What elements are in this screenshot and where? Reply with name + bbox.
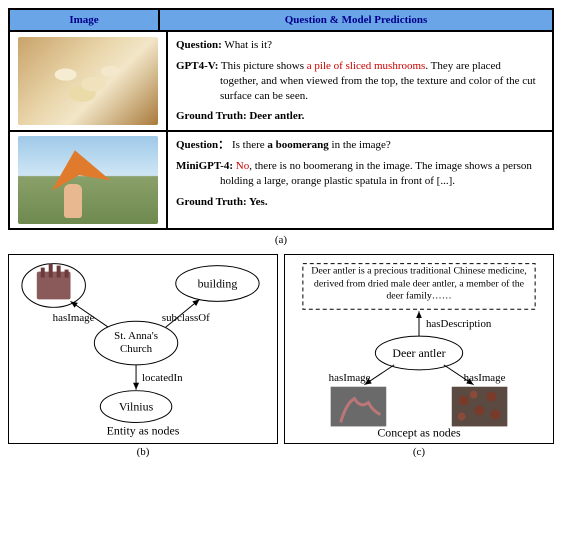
gt-line: Ground Truth: Yes. xyxy=(176,195,544,210)
model-cont: holding a large, orange plastic spatula … xyxy=(176,174,544,189)
header-image: Image xyxy=(9,9,159,31)
gt-text: Yes. xyxy=(247,196,268,208)
table-row: Question： Is there a boomerang in the im… xyxy=(9,131,553,229)
edge-hasdescription: hasDescription xyxy=(426,318,492,330)
model-line: MiniGPT-4: No, there is no boomerang in … xyxy=(176,159,544,189)
question-line: Question： Is there a boomerang in the im… xyxy=(176,138,544,153)
question-pre: Is there xyxy=(229,139,267,151)
model-red: No xyxy=(233,160,249,172)
question-line: Question: What is it? xyxy=(176,38,544,53)
gt-label: Ground Truth: xyxy=(176,110,247,122)
question-bold: a boomerang xyxy=(267,139,328,151)
panel-a-table: Image Question & Model Predictions Quest… xyxy=(8,8,554,230)
edge-hasimage: hasImage xyxy=(53,312,95,324)
model-post1: . They are placed xyxy=(425,60,501,72)
panel-b: building St. Anna's Church Vilnius hasIm… xyxy=(8,254,278,444)
panel-c: Deer antler is a precious traditional Ch… xyxy=(284,254,554,444)
bottom-panels: building St. Anna's Church Vilnius hasIm… xyxy=(8,254,554,444)
header-qa: Question & Model Predictions xyxy=(159,9,553,31)
model-line: GPT4-V: This picture shows a pile of sli… xyxy=(176,59,544,104)
model-red: a pile of sliced mushrooms xyxy=(307,60,426,72)
model-label: GPT4-V: xyxy=(176,60,218,72)
question-label: Question： xyxy=(176,139,229,151)
node-vilnius: Vilnius xyxy=(119,400,154,414)
question-label: Question: xyxy=(176,39,222,51)
node-deer: Deer antler xyxy=(392,346,445,360)
graph-b-svg: building St. Anna's Church Vilnius hasIm… xyxy=(9,255,277,443)
model-post1: , there is no boomerang in the image. Th… xyxy=(249,160,532,172)
edge-subclassof: subclassOf xyxy=(162,312,210,324)
gt-line: Ground Truth: Deer antler. xyxy=(176,109,544,124)
question-text: What is it? xyxy=(222,39,272,51)
mushroom-antler-thumb xyxy=(18,37,158,125)
caption-a: (a) xyxy=(8,234,554,246)
qa-cell-2: Question： Is there a boomerang in the im… xyxy=(167,131,553,229)
gt-label: Ground Truth: xyxy=(176,196,247,208)
edge-hasimage-r: hasImage xyxy=(464,372,506,384)
gt-text: Deer antler. xyxy=(247,110,305,122)
model-cont: together, and when viewed from the top, … xyxy=(176,74,544,104)
model-pre: This picture shows xyxy=(218,60,306,72)
qa-cell-1: Question: What is it? GPT4-V: This pictu… xyxy=(167,31,553,131)
node-building: building xyxy=(198,277,238,291)
table-row: Question: What is it? GPT4-V: This pictu… xyxy=(9,31,553,131)
caption-b: (b) xyxy=(8,446,278,458)
description-text: Deer antler is a precious traditional Ch… xyxy=(307,266,531,303)
graph-c-svg: Deer antler is a precious traditional Ch… xyxy=(285,255,553,443)
question-post: in the image? xyxy=(329,139,391,151)
edge-locatedin: locatedIn xyxy=(142,372,183,384)
table-header-row: Image Question & Model Predictions xyxy=(9,9,553,31)
node-church-2: Church xyxy=(120,343,153,355)
model-label: MiniGPT-4: xyxy=(176,160,233,172)
node-church-1: St. Anna's xyxy=(114,330,158,342)
edge-hasimage-l: hasImage xyxy=(329,372,371,384)
caption-c: (c) xyxy=(284,446,554,458)
example-image-2 xyxy=(9,131,167,229)
example-image-1 xyxy=(9,31,167,131)
boomerang-thumb xyxy=(18,136,158,224)
panel-b-title: Entity as nodes xyxy=(107,424,180,438)
panel-c-title: Concept as nodes xyxy=(377,426,461,440)
